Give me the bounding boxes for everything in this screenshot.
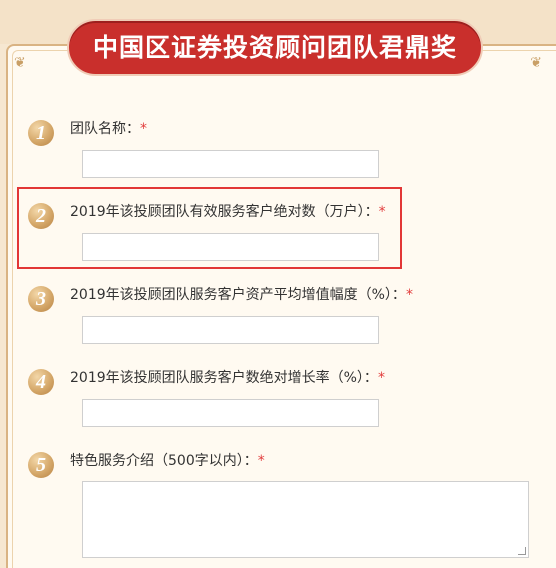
field-label-asset-growth: 2019年该投顾团队服务客户资产平均增值幅度（%）：* bbox=[70, 284, 413, 304]
field-label-team-name: 团队名称：* bbox=[70, 118, 147, 138]
asset-growth-input[interactable] bbox=[83, 317, 378, 343]
field-label-service-intro: 特色服务介绍（500字以内）：* bbox=[70, 450, 265, 470]
client-growth-field[interactable] bbox=[82, 399, 379, 427]
page: ❦ ❦ 中国区证券投资顾问团队君鼎奖 1 团队名称：* 2 2019年该投顾团队… bbox=[0, 0, 556, 568]
field-label-text: 2019年该投顾团队服务客户数绝对增长率（%）： bbox=[70, 370, 378, 386]
service-intro-field[interactable] bbox=[82, 481, 529, 558]
step-number-2-icon: 2 bbox=[28, 203, 54, 229]
client-growth-input[interactable] bbox=[83, 400, 378, 426]
award-title-banner: 中国区证券投资顾问团队君鼎奖 bbox=[67, 19, 483, 76]
field-label-text: 特色服务介绍（500字以内）： bbox=[70, 453, 258, 469]
field-label-effective-clients: 2019年该投顾团队有效服务客户绝对数（万户）：* bbox=[70, 201, 386, 221]
required-mark: * bbox=[378, 204, 386, 220]
corner-ornament-right-icon: ❦ bbox=[530, 55, 542, 71]
page-title: 中国区证券投资顾问团队君鼎奖 bbox=[92, 33, 457, 62]
resize-handle-icon[interactable] bbox=[518, 547, 526, 555]
step-number-1-icon: 1 bbox=[28, 120, 54, 146]
effective-clients-field[interactable] bbox=[82, 233, 379, 261]
field-label-text: 2019年该投顾团队服务客户资产平均增值幅度（%）： bbox=[70, 287, 406, 303]
required-mark: * bbox=[140, 121, 147, 137]
step-number-3-icon: 3 bbox=[28, 286, 54, 312]
field-label-text: 2019年该投顾团队有效服务客户绝对数（万户）： bbox=[70, 204, 379, 220]
effective-clients-input[interactable] bbox=[83, 234, 378, 260]
required-mark: * bbox=[257, 453, 265, 469]
asset-growth-field[interactable] bbox=[82, 316, 379, 344]
required-mark: * bbox=[377, 370, 385, 386]
field-label-client-growth: 2019年该投顾团队服务客户数绝对增长率（%）：* bbox=[70, 367, 385, 387]
step-number-4-icon: 4 bbox=[28, 369, 54, 395]
team-name-input[interactable] bbox=[83, 151, 378, 177]
service-intro-textarea[interactable] bbox=[83, 482, 528, 557]
step-number-5-icon: 5 bbox=[28, 452, 54, 478]
required-mark: * bbox=[405, 287, 413, 303]
corner-ornament-left-icon: ❦ bbox=[14, 55, 26, 71]
team-name-field[interactable] bbox=[82, 150, 379, 178]
field-label-text: 团队名称： bbox=[70, 121, 140, 137]
